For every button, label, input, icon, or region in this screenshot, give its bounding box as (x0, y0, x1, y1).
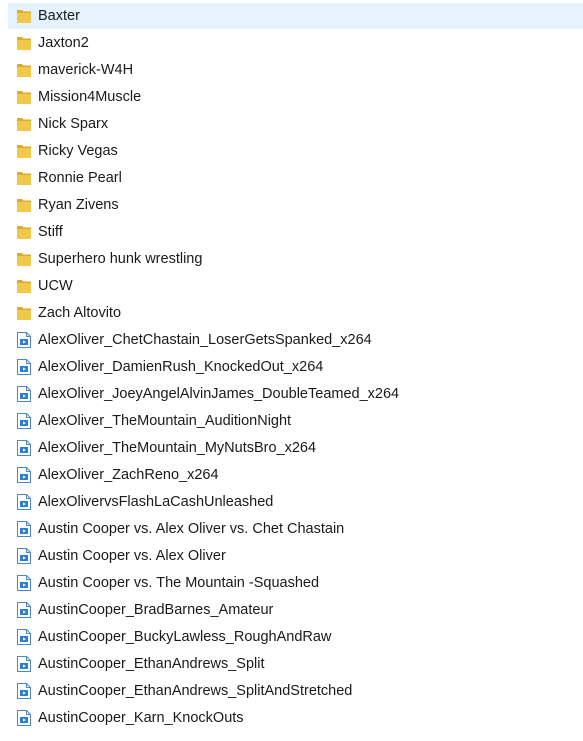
item-name: Mission4Muscle (38, 89, 142, 105)
video-file-icon (16, 439, 32, 457)
folder-item[interactable]: Ricky Vegas (8, 138, 583, 164)
item-name: Stiff (38, 224, 63, 240)
item-name: Zach Altovito (38, 305, 122, 321)
item-name: AustinCooper_BradBarnes_Amateur (38, 602, 274, 618)
file-item[interactable]: AlexOliver_JoeyAngelAlvinJames_DoubleTea… (8, 381, 583, 407)
item-name: Ryan Zivens (38, 197, 119, 213)
folder-item[interactable]: Jaxton2 (8, 30, 583, 56)
video-file-icon (16, 628, 32, 646)
folder-icon (16, 250, 32, 268)
video-file-icon (16, 655, 32, 673)
item-name: AlexOliver_TheMountain_MyNutsBro_x264 (38, 440, 317, 456)
folder-item[interactable]: Ryan Zivens (8, 192, 583, 218)
file-item[interactable]: Austin Cooper vs. The Mountain -Squashed (8, 570, 583, 596)
item-name: Austin Cooper vs. Alex Oliver (38, 548, 226, 564)
folder-item[interactable]: Superhero hunk wrestling (8, 246, 583, 272)
folder-item[interactable]: Ronnie Pearl (8, 165, 583, 191)
file-item[interactable]: AlexOlivervsFlashLaCashUnleashed (8, 489, 583, 515)
file-item[interactable]: AustinCooper_BuckyLawless_RoughAndRaw (8, 624, 583, 650)
item-name: Austin Cooper vs. The Mountain -Squashed (38, 575, 320, 591)
video-file-icon (16, 574, 32, 592)
folder-item[interactable]: maverick-W4H (8, 57, 583, 83)
folder-item[interactable]: Stiff (8, 219, 583, 245)
item-name: Jaxton2 (38, 35, 89, 51)
item-name: maverick-W4H (38, 62, 134, 78)
video-file-icon (16, 412, 32, 430)
video-file-icon (16, 547, 32, 565)
video-file-icon (16, 466, 32, 484)
item-name: Austin Cooper vs. Alex Oliver vs. Chet C… (38, 521, 345, 537)
item-name: AlexOliver_DamienRush_KnockedOut_x264 (38, 359, 324, 375)
video-file-icon (16, 682, 32, 700)
folder-icon (16, 88, 32, 106)
video-file-icon (16, 520, 32, 538)
item-name: AustinCooper_BuckyLawless_RoughAndRaw (38, 629, 332, 645)
folder-icon (16, 277, 32, 295)
item-name: AlexOliver_ChetChastain_LoserGetsSpanked… (38, 332, 372, 348)
item-name: AustinCooper_Karn_KnockOuts (38, 710, 244, 726)
file-item[interactable]: Austin Cooper vs. Alex Oliver (8, 543, 583, 569)
file-item[interactable]: AlexOliver_ZachReno_x264 (8, 462, 583, 488)
folder-item[interactable]: UCW (8, 273, 583, 299)
item-name: AlexOliver_JoeyAngelAlvinJames_DoubleTea… (38, 386, 400, 402)
file-item[interactable]: AlexOliver_ChetChastain_LoserGetsSpanked… (8, 327, 583, 353)
video-file-icon (16, 493, 32, 511)
folder-icon (16, 142, 32, 160)
item-name: Ricky Vegas (38, 143, 118, 159)
item-name: Ronnie Pearl (38, 170, 122, 186)
video-file-icon (16, 601, 32, 619)
folder-item[interactable]: Mission4Muscle (8, 84, 583, 110)
video-file-icon (16, 358, 32, 376)
item-name: AlexOliver_ZachReno_x264 (38, 467, 219, 483)
item-name: Nick Sparx (38, 116, 109, 132)
folder-icon (16, 196, 32, 214)
folder-item[interactable]: Baxter (8, 3, 583, 29)
item-name: UCW (38, 278, 73, 294)
folder-icon (16, 304, 32, 322)
file-item[interactable]: AustinCooper_EthanAndrews_SplitAndStretc… (8, 678, 583, 704)
file-item[interactable]: AustinCooper_EthanAndrews_Split (8, 651, 583, 677)
item-name: AustinCooper_EthanAndrews_Split (38, 656, 265, 672)
video-file-icon (16, 385, 32, 403)
video-file-icon (16, 331, 32, 349)
file-list: Baxter Jaxton2 maverick-W4H Mission4Muscle N… (0, 0, 583, 741)
item-name: AlexOliver_TheMountain_AuditionNight (38, 413, 292, 429)
item-name: AlexOlivervsFlashLaCashUnleashed (38, 494, 274, 510)
item-name: Superhero hunk wrestling (38, 251, 203, 267)
file-item[interactable]: Austin Cooper vs. Alex Oliver vs. Chet C… (8, 516, 583, 542)
file-item[interactable]: AlexOliver_DamienRush_KnockedOut_x264 (8, 354, 583, 380)
folder-icon (16, 115, 32, 133)
folder-icon (16, 223, 32, 241)
item-name: Baxter (38, 8, 80, 24)
file-item[interactable]: AustinCooper_BradBarnes_Amateur (8, 597, 583, 623)
item-name: AustinCooper_EthanAndrews_SplitAndStretc… (38, 683, 353, 699)
folder-icon (16, 61, 32, 79)
file-item[interactable]: AlexOliver_TheMountain_MyNutsBro_x264 (8, 435, 583, 461)
folder-icon (16, 7, 32, 25)
file-item[interactable]: AlexOliver_TheMountain_AuditionNight (8, 408, 583, 434)
folder-item[interactable]: Zach Altovito (8, 300, 583, 326)
folder-icon (16, 34, 32, 52)
folder-icon (16, 169, 32, 187)
file-item[interactable]: AustinCooper_Karn_KnockOuts (8, 705, 583, 731)
folder-item[interactable]: Nick Sparx (8, 111, 583, 137)
video-file-icon (16, 709, 32, 727)
